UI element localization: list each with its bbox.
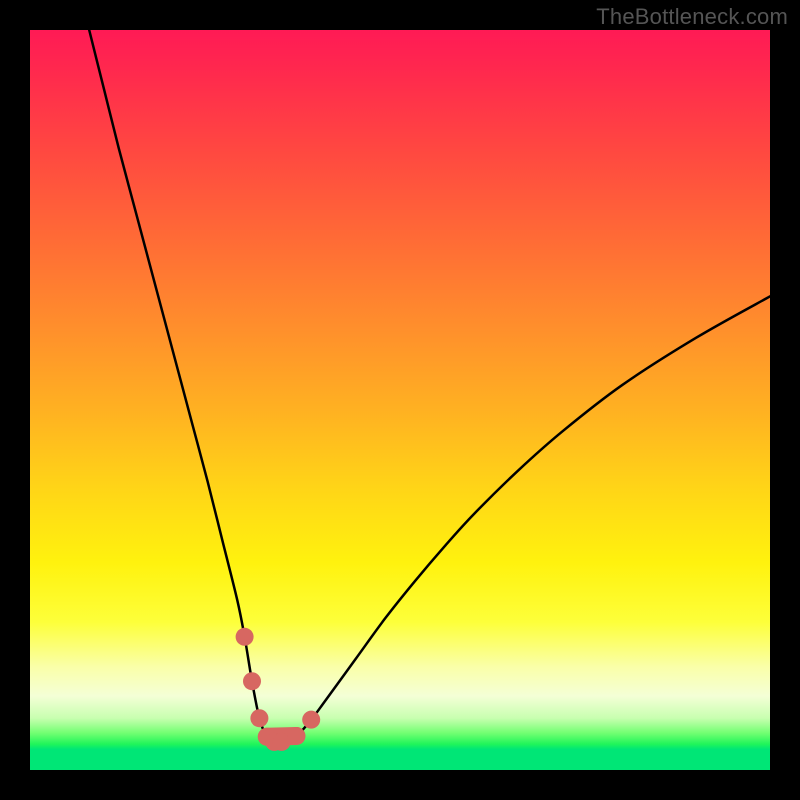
highlight-marker <box>236 628 254 646</box>
chart-container: TheBottleneck.com <box>0 0 800 800</box>
watermark-text: TheBottleneck.com <box>596 4 788 30</box>
highlight-marker <box>302 711 320 729</box>
bottleneck-curve <box>89 30 770 743</box>
plot-area <box>30 30 770 770</box>
curve-svg <box>30 30 770 770</box>
highlight-marker <box>250 709 268 727</box>
highlight-marker <box>287 727 305 745</box>
highlight-markers-group <box>236 628 321 751</box>
highlight-marker <box>243 672 261 690</box>
